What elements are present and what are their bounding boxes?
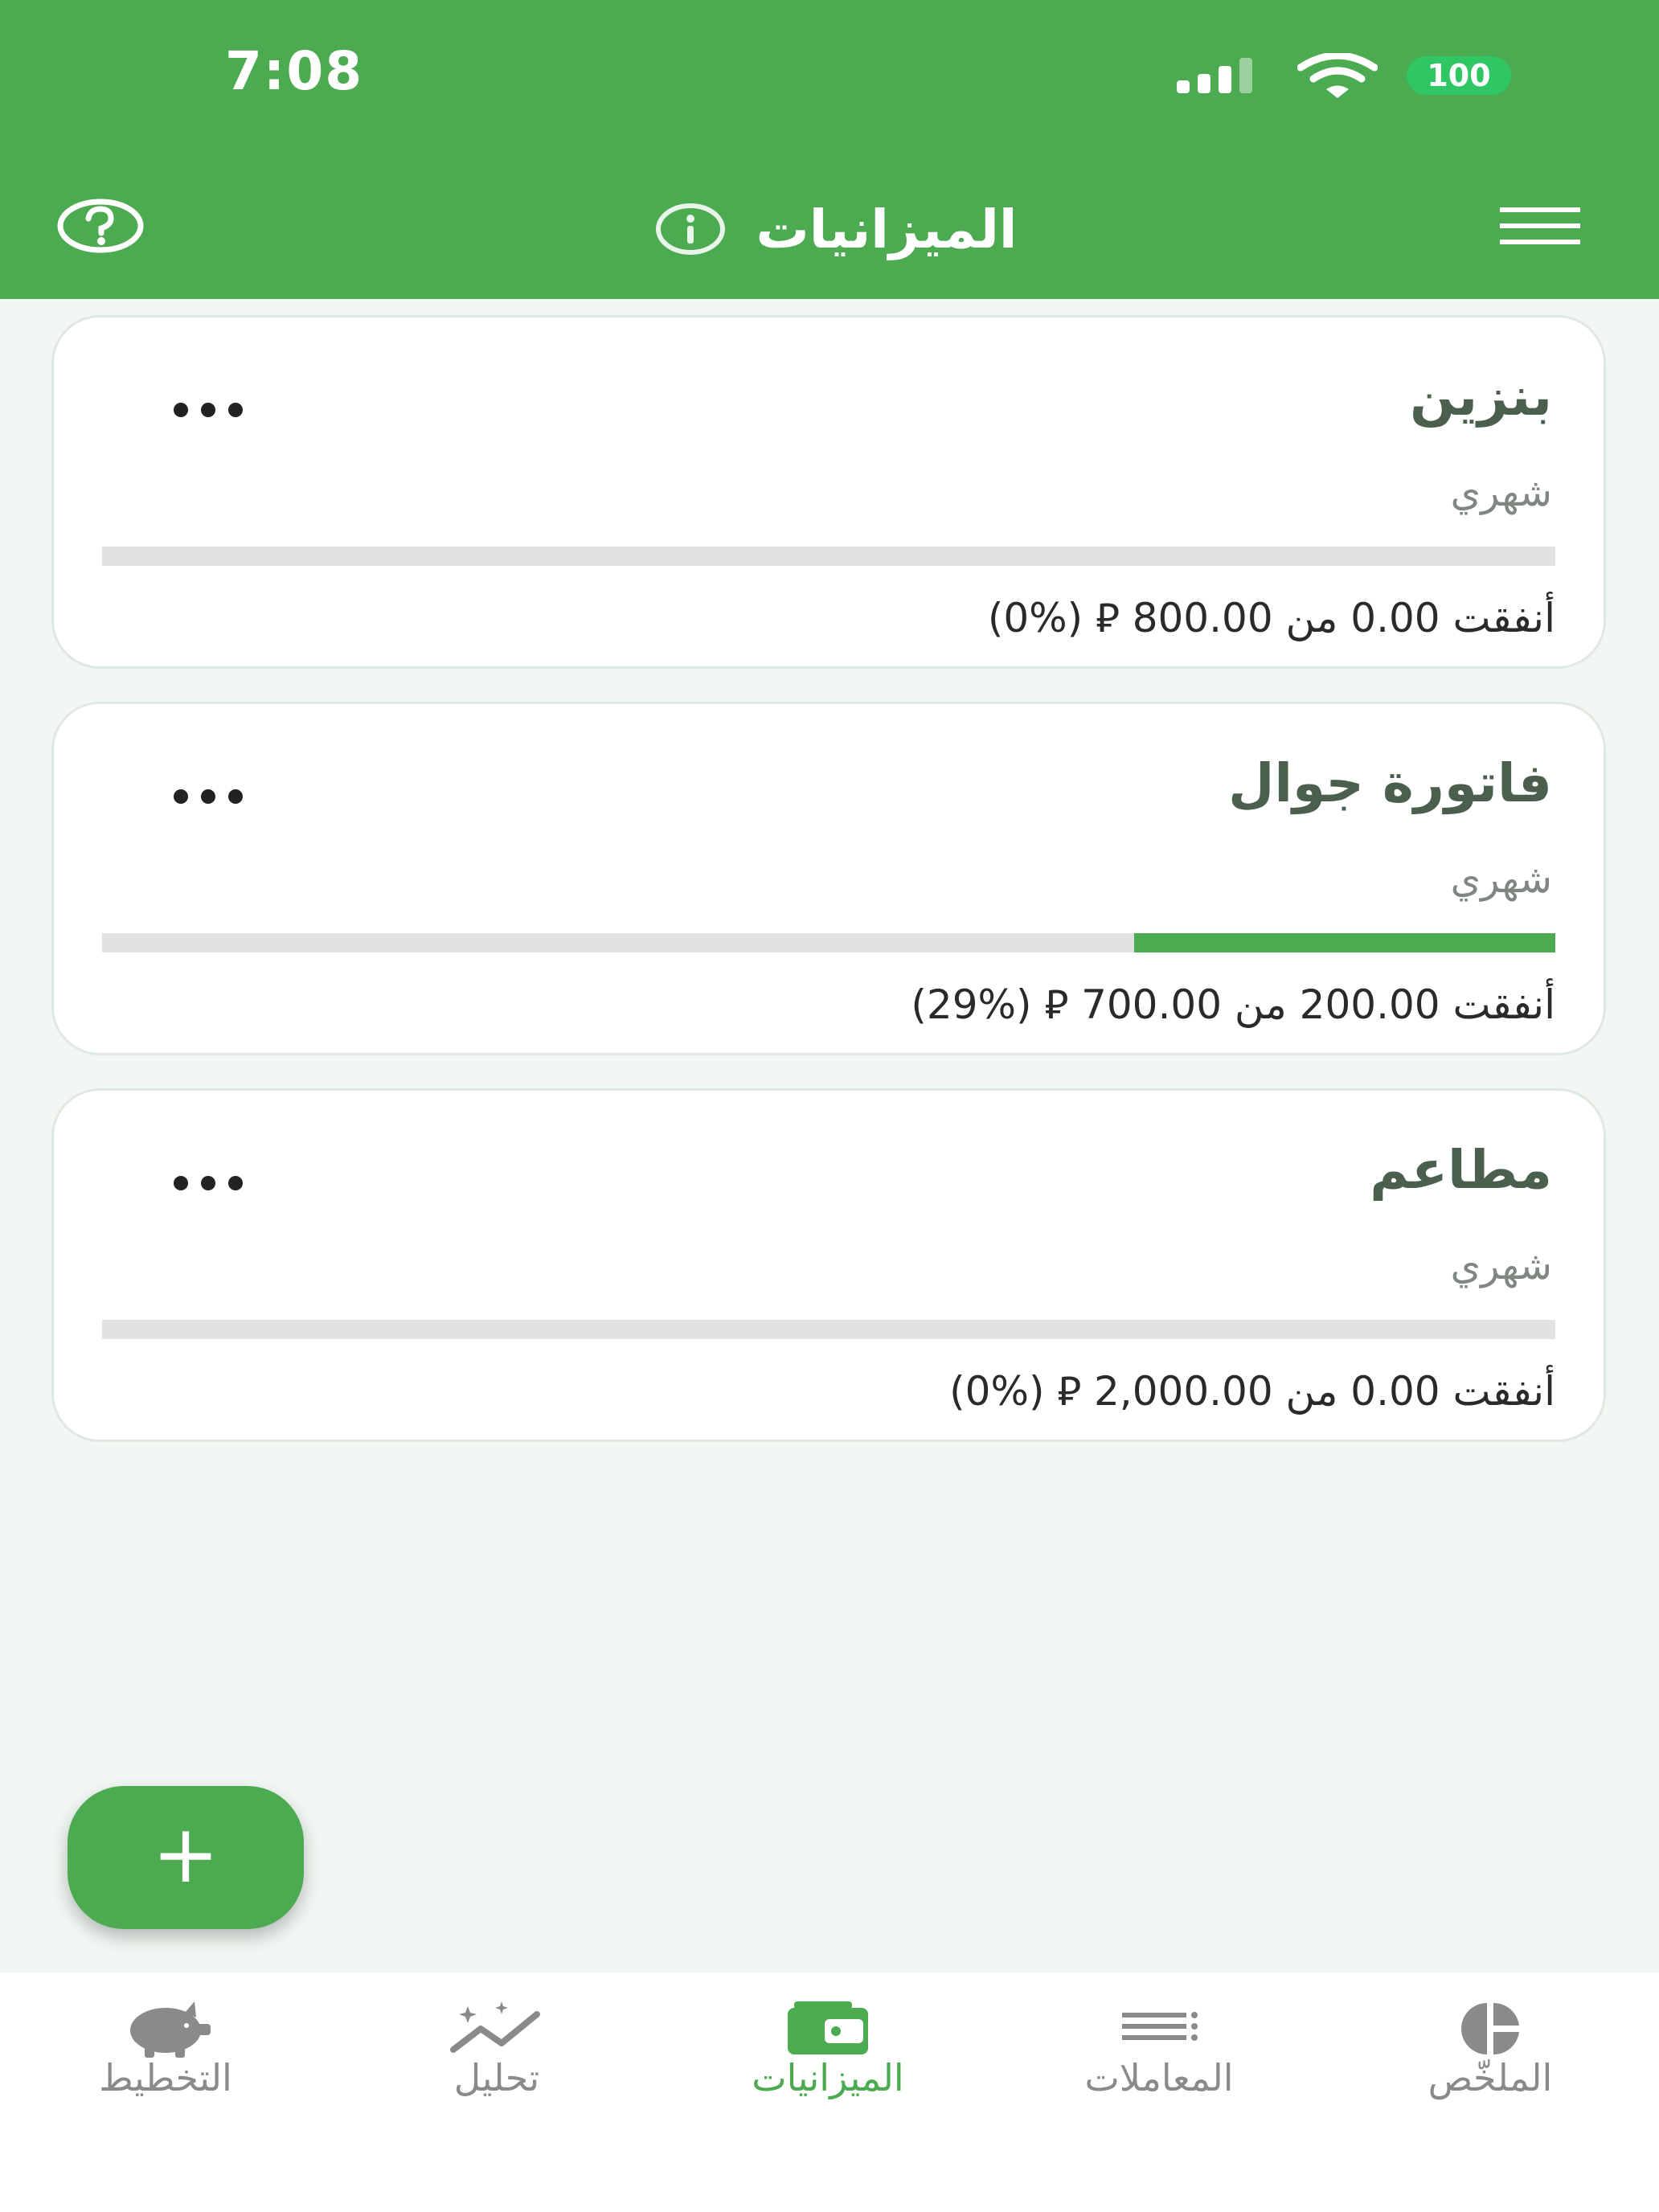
budget-name: بنزين [1410,366,1552,428]
nav-label: المعاملات [1084,2056,1234,2099]
budget-spent-text: أنفقت 200.00 من 700.00 ⃁ (%29) [911,981,1555,1028]
budget-name: مطاعم [1370,1139,1552,1201]
budget-card[interactable]: فاتورة جوال شهري أنفقت 200.00 من 700.00 … [51,702,1606,1055]
budget-progress-fill [1133,933,1555,952]
page-title: الميزانيات [756,198,1018,260]
list-icon [1122,2012,1198,2041]
nav-item-planning[interactable]: التخطيط [0,1972,331,2133]
nav-item-summary[interactable]: الملخّص [1325,1972,1656,2133]
add-budget-button[interactable]: + [68,1786,304,1929]
budget-progress-track [102,933,1555,952]
battery-indicator: 100 [1407,56,1511,95]
nav-label: التخطيط [99,2056,232,2099]
budget-name: فاتورة جوال [1228,752,1552,814]
budget-card[interactable]: مطاعم شهري أنفقت 0.00 من 2,000.00 ⃁ (%0) [51,1088,1606,1442]
budget-period: شهري [1450,1243,1552,1288]
info-icon[interactable] [654,201,727,257]
signal-icon [1177,58,1252,93]
budget-period: شهري [1450,857,1552,902]
wallet-icon [788,2001,868,2054]
title-group: الميزانيات [611,185,1061,273]
nav-label: تحليل [453,2056,540,2099]
status-time: 7:08 [225,40,364,102]
menu-icon[interactable] [1500,204,1580,249]
trend-icon [450,2001,540,2053]
nav-item-analysis[interactable]: تحليل [331,1972,662,2133]
help-icon[interactable] [56,198,145,254]
nav-label: الميزانيات [752,2056,904,2099]
more-icon[interactable] [170,784,247,809]
status-icons: 100 [1177,0,1659,153]
budget-spent-text: أنفقت 0.00 من 2,000.00 ⃁ (%0) [949,1368,1555,1415]
wifi-icon [1297,53,1378,98]
more-icon[interactable] [170,398,247,422]
bottom-nav: التخطيط تحليل الميزانيات المعاملات الملخ… [0,1972,1659,2212]
budget-period: شهري [1450,470,1552,515]
app-header: 7:08 100 الميزانيات [0,0,1659,299]
more-icon[interactable] [170,1171,247,1195]
budget-progress-track [102,1320,1555,1339]
budget-spent-text: أنفقت 0.00 من 800.00 ⃁ (%0) [987,595,1555,641]
nav-label: الملخّص [1428,2056,1553,2099]
nav-item-budgets[interactable]: الميزانيات [662,1972,993,2133]
pie-chart-icon [1461,2002,1519,2055]
budget-card[interactable]: بنزين شهري أنفقت 0.00 من 800.00 ⃁ (%0) [51,315,1606,669]
nav-item-transactions[interactable]: المعاملات [993,1972,1325,2133]
piggy-bank-icon [130,2001,211,2058]
budget-progress-track [102,547,1555,566]
